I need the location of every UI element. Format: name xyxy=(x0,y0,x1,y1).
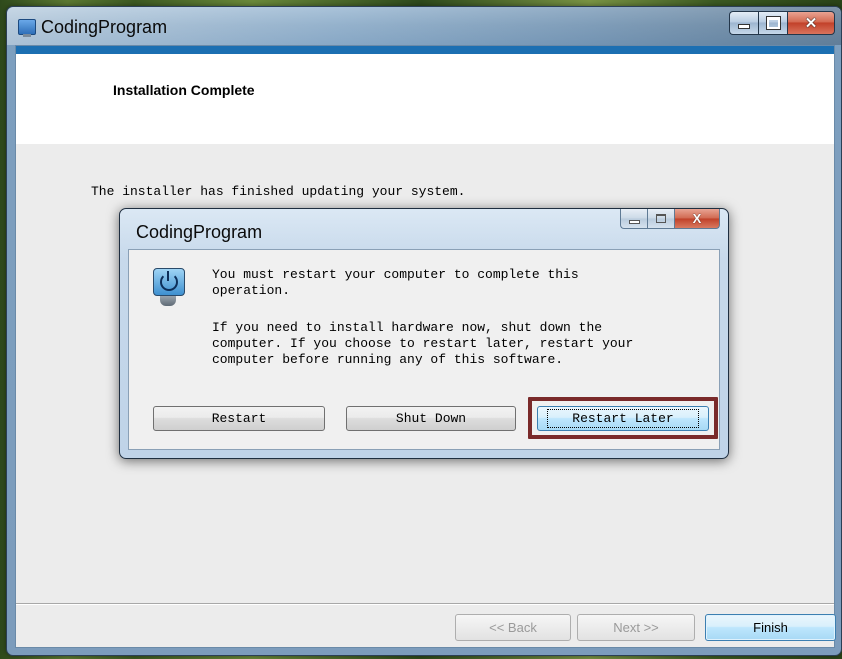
window-title-bar[interactable]: CodingProgram ✕ xyxy=(7,7,841,45)
dialog-minimize-button[interactable] xyxy=(620,209,647,229)
back-button[interactable]: << Back xyxy=(455,614,571,641)
dialog-body: You must restart your computer to comple… xyxy=(128,249,720,450)
finish-button[interactable]: Finish xyxy=(705,614,836,641)
dialog-caption-buttons: X xyxy=(620,209,720,229)
dialog-close-button[interactable]: X xyxy=(674,209,720,229)
minimize-button[interactable] xyxy=(729,11,758,35)
dialog-maximize-button[interactable] xyxy=(647,209,674,229)
shut-down-button[interactable]: Shut Down xyxy=(346,406,516,431)
installer-app-icon xyxy=(18,19,36,37)
page-title: Installation Complete xyxy=(113,82,255,98)
maximize-icon xyxy=(765,16,781,30)
header-band: Installation Complete xyxy=(16,54,834,144)
maximize-button[interactable] xyxy=(758,11,787,35)
restart-button[interactable]: Restart xyxy=(153,406,325,431)
restart-required-message: You must restart your computer to comple… xyxy=(212,267,579,298)
close-button[interactable]: ✕ xyxy=(787,11,835,35)
window-caption-buttons: ✕ xyxy=(729,11,835,35)
minimize-icon xyxy=(738,23,750,29)
power-restart-icon xyxy=(153,268,185,296)
window-title: CodingProgram xyxy=(41,17,168,37)
next-button[interactable]: Next >> xyxy=(577,614,695,641)
installer-status-message: The installer has finished updating your… xyxy=(91,184,466,199)
restart-dialog: CodingProgram X You must restart your co… xyxy=(119,208,729,459)
maximize-icon xyxy=(656,214,666,223)
close-icon: X xyxy=(692,211,702,226)
restart-instructions-message: If you need to install hardware now, shu… xyxy=(212,320,634,367)
restart-later-button[interactable]: Restart Later xyxy=(537,406,709,431)
power-restart-icon-base xyxy=(160,296,176,306)
close-icon: ✕ xyxy=(804,15,818,32)
restart-later-label: Restart Later xyxy=(547,409,699,428)
dialog-title: CodingProgram xyxy=(136,222,263,242)
minimize-icon xyxy=(628,219,640,224)
header-accent-strip xyxy=(16,46,834,54)
footer-divider xyxy=(16,603,834,605)
